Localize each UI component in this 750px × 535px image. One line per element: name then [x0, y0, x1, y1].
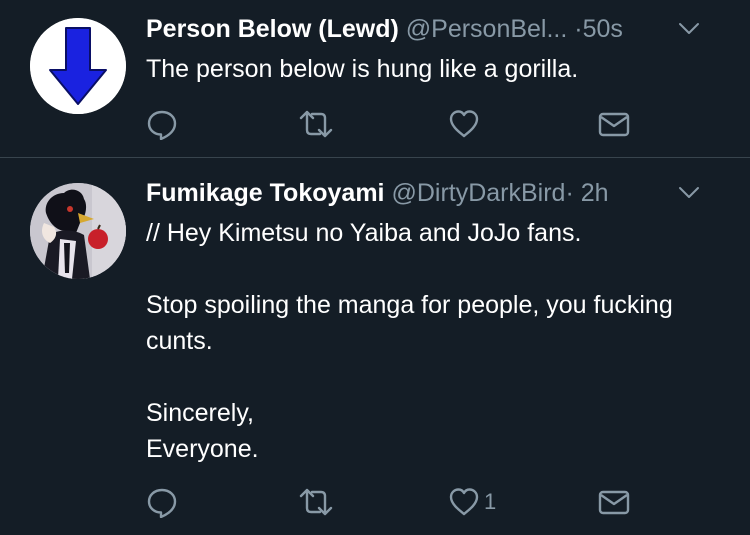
like-button[interactable]: 1	[448, 485, 496, 519]
retweet-button[interactable]	[298, 107, 334, 141]
tweet-text: The person below is hung like a gorilla.	[146, 55, 579, 83]
avatar[interactable]	[30, 183, 126, 279]
tweet-text: // Hey Kimetsu no Yaiba and JoJo fans. S…	[146, 219, 673, 463]
user-handle[interactable]: @PersonBel...	[406, 15, 568, 43]
timestamp[interactable]: 2h	[581, 179, 609, 207]
reply-button[interactable]	[146, 107, 178, 141]
tweet-actions	[146, 107, 646, 141]
tweet-header: Fumikage Tokoyami @DirtyDarkBird· 2h	[146, 176, 730, 210]
separator: ·	[565, 179, 574, 207]
reply-icon	[147, 488, 177, 518]
separator: ·	[574, 15, 583, 43]
envelope-icon	[598, 490, 630, 515]
tweet-item[interactable]: Person Below (Lewd) @PersonBel... ·50s T…	[0, 0, 750, 157]
tweet-actions: 1	[146, 485, 646, 519]
display-name[interactable]: Person Below (Lewd)	[146, 15, 399, 43]
retweet-button[interactable]	[298, 485, 334, 519]
direct-message-button[interactable]	[598, 485, 630, 519]
retweet-icon	[299, 110, 333, 138]
retweet-icon	[299, 488, 333, 516]
tweet-header: Person Below (Lewd) @PersonBel... ·50s	[146, 12, 730, 46]
chevron-down-icon[interactable]	[678, 186, 700, 200]
reply-icon	[147, 110, 177, 140]
like-button[interactable]	[448, 107, 484, 141]
like-icon	[449, 110, 479, 138]
crow-character-icon	[30, 183, 126, 279]
direct-message-button[interactable]	[598, 107, 630, 141]
display-name[interactable]: Fumikage Tokoyami	[146, 179, 385, 207]
like-count: 1	[484, 489, 497, 514]
tweet-item[interactable]: Fumikage Tokoyami @DirtyDarkBird· 2h // …	[0, 158, 750, 535]
blue-down-arrow-icon	[30, 18, 126, 114]
user-handle[interactable]: @DirtyDarkBird	[391, 179, 565, 207]
avatar[interactable]	[30, 18, 126, 114]
reply-button[interactable]	[146, 485, 178, 519]
envelope-icon	[598, 112, 630, 137]
like-icon	[449, 488, 479, 516]
chevron-down-icon[interactable]	[678, 22, 700, 36]
timestamp[interactable]: 50s	[583, 15, 623, 43]
